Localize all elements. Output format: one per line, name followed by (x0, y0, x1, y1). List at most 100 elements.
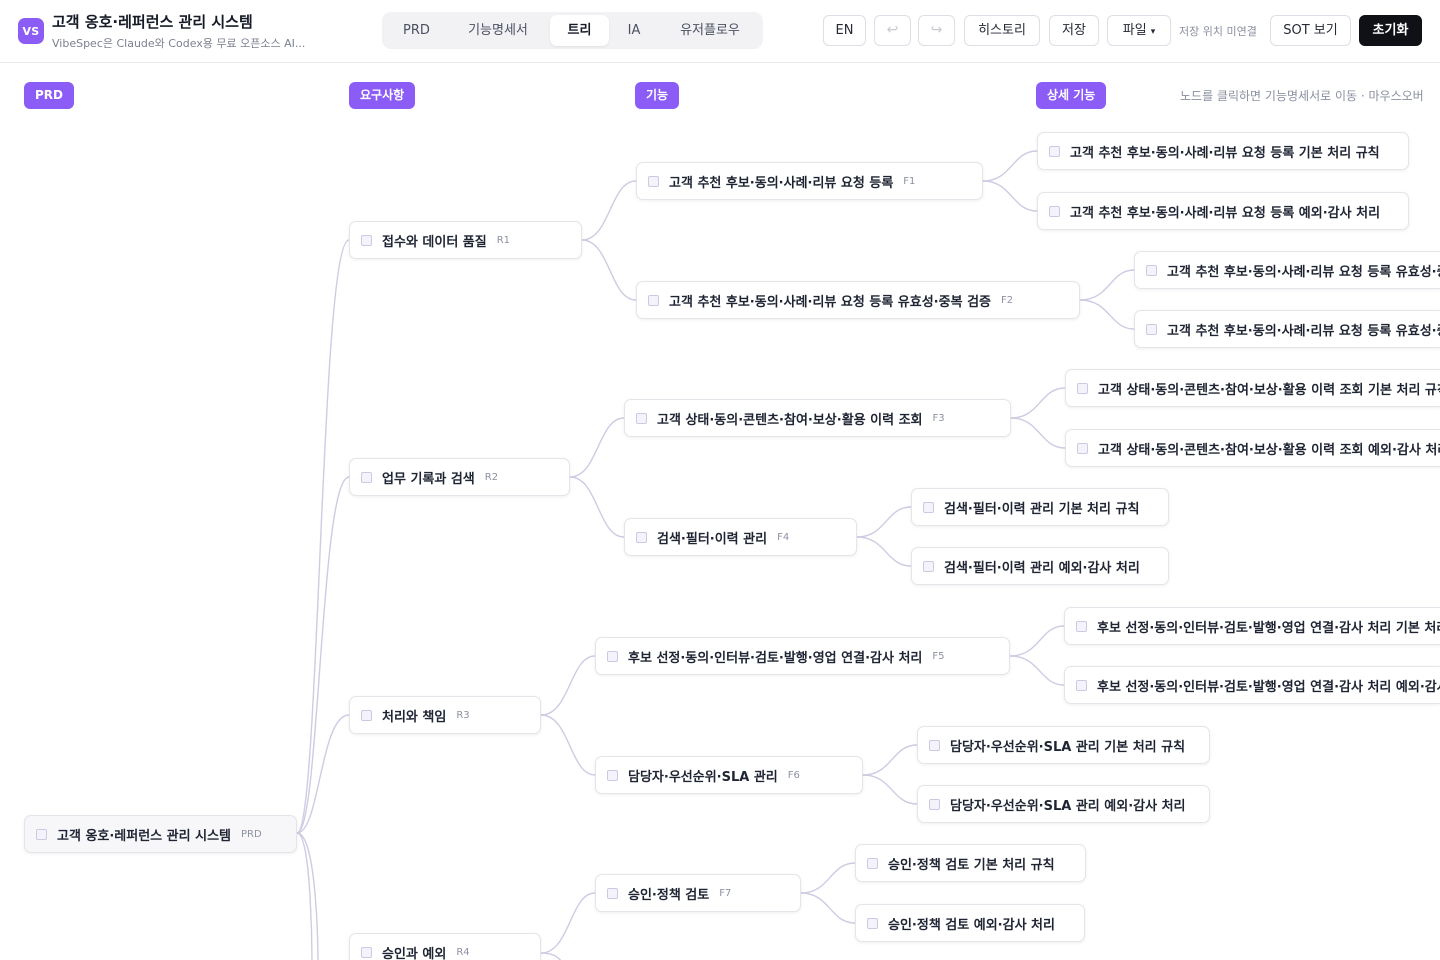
redo-button[interactable]: ↪ (918, 15, 955, 46)
reset-button[interactable]: 초기화 (1359, 15, 1422, 46)
tree-node-detail[interactable]: 고객 추천 후보·동의·사례·리뷰 요청 등록 예외·감사 처리 (1037, 192, 1409, 230)
tree-node-feature-f6[interactable]: 담당자·우선순위·SLA 관리 F6 (595, 756, 863, 794)
top-bar: VS 고객 옹호·레퍼런스 관리 시스템 VibeSpec은 Claude와 C… (0, 0, 1440, 63)
undo-button[interactable]: ↩ (874, 15, 911, 46)
node-checkbox[interactable] (607, 887, 618, 899)
tree-node-feature-f4[interactable]: 검색·필터·이력 관리 F4 (624, 518, 857, 556)
node-checkbox[interactable] (648, 294, 659, 306)
node-label: 담당자·우선순위·SLA 관리 예외·감사 처리 (950, 798, 1186, 814)
tree-node-detail[interactable]: 승인·정책 검토 예외·감사 처리 (855, 904, 1085, 942)
tree-node-detail[interactable]: 고객 추천 후보·동의·사례·리뷰 요청 등록 유효성·중복 검증 예외·감사 … (1134, 310, 1440, 348)
node-checkbox[interactable] (36, 828, 47, 840)
tree-node-feature-f1[interactable]: 고객 추천 후보·동의·사례·리뷰 요청 등록 F1 (636, 162, 983, 200)
edge-root-r4 (296, 832, 319, 960)
node-checkbox[interactable] (1076, 679, 1087, 691)
tab-tree[interactable]: 트리 (550, 15, 609, 46)
tree-node-detail[interactable]: 담당자·우선순위·SLA 관리 예외·감사 처리 (917, 785, 1210, 823)
edge-r3-f6 (540, 714, 596, 776)
edge-r2-f3 (569, 417, 625, 478)
node-label: 승인과 예외 (382, 946, 447, 960)
file-menu-button[interactable]: 파일 ▾ (1107, 15, 1171, 46)
tab-user-flow[interactable]: 유저플로우 (662, 15, 758, 46)
save-location-status: 저장 위치 미연결 (1179, 25, 1257, 38)
tree-node-detail[interactable]: 고객 상태·동의·콘텐츠·참여·보상·활용 이력 조회 예외·감사 처리 (1065, 429, 1440, 467)
node-checkbox[interactable] (1049, 205, 1060, 217)
node-checkbox[interactable] (1077, 382, 1088, 394)
edge-f7-d14 (800, 892, 856, 924)
node-checkbox[interactable] (648, 175, 659, 187)
view-tabs: PRD 기능명세서 트리 IA 유저플로우 (382, 12, 763, 49)
node-label: 고객 상태·동의·콘텐츠·참여·보상·활용 이력 조회 기본 처리 규칙 (1098, 382, 1440, 398)
edge-f3-d6 (1010, 417, 1066, 449)
tree-node-detail[interactable]: 검색·필터·이력 관리 기본 처리 규칙 (911, 488, 1169, 526)
tree-node-detail[interactable]: 고객 상태·동의·콘텐츠·참여·보상·활용 이력 조회 기본 처리 규칙 (1065, 369, 1440, 407)
tree-node-detail[interactable]: 후보 선정·동의·인터뷰·검토·발행·영업 연결·감사 처리 기본 처리 규칙 (1064, 607, 1440, 645)
node-checkbox[interactable] (636, 412, 647, 424)
edge-r1-f1 (581, 180, 637, 241)
tree-node-requirement-r1[interactable]: 접수와 데이터 품질 R1 (349, 221, 582, 259)
node-label: 고객 상태·동의·콘텐츠·참여·보상·활용 이력 조회 예외·감사 처리 (1098, 442, 1440, 458)
tree-canvas[interactable]: PRD 요구사항 기능 상세 기능 노드를 클릭하면 기능명세서로 이동 · 마… (0, 63, 1440, 960)
node-checkbox[interactable] (1146, 264, 1157, 276)
node-checkbox[interactable] (1049, 145, 1060, 157)
tree-node-detail[interactable]: 고객 추천 후보·동의·사례·리뷰 요청 등록 유효성·중복 검증 기본 처리 … (1134, 251, 1440, 289)
language-button[interactable]: EN (823, 15, 866, 46)
node-code: R3 (456, 709, 470, 721)
tree-node-feature-f2[interactable]: 고객 추천 후보·동의·사례·리뷰 요청 등록 유효성·중복 검증 F2 (636, 281, 1080, 319)
tree-node-requirement-r3[interactable]: 처리와 책임 R3 (349, 696, 541, 734)
undo-icon: ↩ (886, 22, 899, 38)
node-checkbox[interactable] (867, 917, 878, 929)
node-checkbox[interactable] (1146, 323, 1157, 335)
node-checkbox[interactable] (929, 798, 940, 810)
tree-node-detail[interactable]: 담당자·우선순위·SLA 관리 기본 처리 규칙 (917, 726, 1210, 764)
tab-function-spec[interactable]: 기능명세서 (451, 15, 545, 46)
node-checkbox[interactable] (1076, 620, 1087, 632)
tree-node-detail[interactable]: 고객 추천 후보·동의·사례·리뷰 요청 등록 기본 처리 규칙 (1037, 132, 1409, 170)
tree-node-root[interactable]: 고객 옹호·레퍼런스 관리 시스템 PRD (24, 815, 297, 853)
tab-prd[interactable]: PRD (386, 15, 447, 46)
node-label: 담당자·우선순위·SLA 관리 기본 처리 규칙 (950, 739, 1186, 755)
node-label: 검색·필터·이력 관리 (657, 531, 768, 547)
node-checkbox[interactable] (1077, 442, 1088, 454)
node-checkbox[interactable] (923, 501, 934, 513)
tree-node-detail[interactable]: 후보 선정·동의·인터뷰·검토·발행·영업 연결·감사 처리 예외·감사 처리 (1064, 666, 1440, 704)
tree-node-feature-f3[interactable]: 고객 상태·동의·콘텐츠·참여·보상·활용 이력 조회 F3 (624, 399, 1011, 437)
node-checkbox[interactable] (607, 769, 618, 781)
app-title: 고객 옹호·레퍼런스 관리 시스템 (52, 13, 253, 31)
node-checkbox[interactable] (867, 857, 878, 869)
tree-node-feature-f7[interactable]: 승인·정책 검토 F7 (595, 874, 801, 912)
edge-r4-f7 (540, 892, 596, 954)
node-code: F7 (719, 887, 732, 899)
node-checkbox[interactable] (361, 946, 372, 958)
save-button[interactable]: 저장 (1049, 15, 1099, 46)
edge-f1-d2 (982, 180, 1038, 212)
node-checkbox[interactable] (923, 560, 934, 572)
tab-ia[interactable]: IA (612, 15, 656, 46)
history-button[interactable]: 히스토리 (964, 15, 1040, 46)
sot-view-button[interactable]: SOT 보기 (1270, 15, 1351, 46)
edge-f2-d3 (1079, 269, 1135, 301)
tree-node-feature-f5[interactable]: 후보 선정·동의·인터뷰·검토·발행·영업 연결·감사 처리 F5 (595, 637, 1010, 675)
tree-node-requirement-r4[interactable]: 승인과 예외 R4 (349, 933, 541, 960)
column-header-requirements: 요구사항 (349, 82, 416, 109)
node-label: 고객 추천 후보·동의·사례·리뷰 요청 등록 기본 처리 규칙 (1070, 145, 1380, 161)
tree-node-detail[interactable]: 검색·필터·이력 관리 예외·감사 처리 (911, 547, 1169, 585)
node-checkbox[interactable] (361, 471, 372, 483)
node-checkbox[interactable] (607, 650, 618, 662)
edge-root-r4b (296, 832, 313, 960)
edge-r3-f5 (540, 655, 596, 716)
edge-f4-d7 (856, 506, 912, 538)
edge-r1-f2 (581, 239, 637, 301)
edge-f3-d5 (1010, 387, 1066, 419)
node-label: 승인·정책 검토 예외·감사 처리 (888, 917, 1055, 933)
node-checkbox[interactable] (636, 531, 647, 543)
node-checkbox[interactable] (361, 709, 372, 721)
edge-f4-d8 (856, 536, 912, 567)
tree-node-requirement-r2[interactable]: 업무 기록과 검색 R2 (349, 458, 570, 496)
file-menu-label: 파일 (1122, 23, 1147, 38)
node-checkbox[interactable] (361, 234, 372, 246)
node-code: F2 (1001, 294, 1014, 306)
tree-node-detail[interactable]: 승인·정책 검토 기본 처리 규칙 (855, 844, 1086, 882)
node-checkbox[interactable] (929, 739, 940, 751)
node-code: F3 (932, 412, 945, 424)
